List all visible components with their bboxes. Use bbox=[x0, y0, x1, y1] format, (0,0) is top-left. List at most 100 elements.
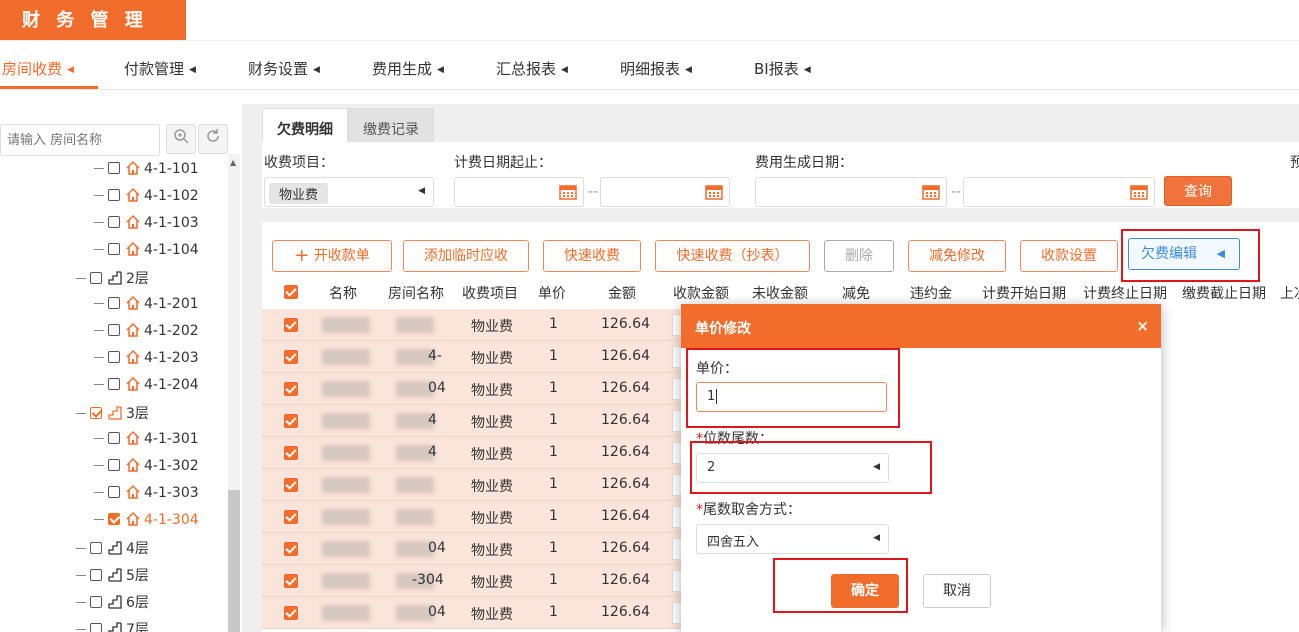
tree-checkbox[interactable] bbox=[108, 351, 120, 363]
room-search-input[interactable] bbox=[0, 124, 160, 156]
select-all-checkbox[interactable] bbox=[284, 285, 298, 299]
tree-room-item[interactable]: 4-1-302 bbox=[94, 457, 199, 479]
tree-room-item[interactable]: 4-1-103 bbox=[94, 214, 199, 236]
cell-price: 1 bbox=[549, 316, 558, 332]
tree-checkbox[interactable] bbox=[108, 297, 120, 309]
tree-checkbox[interactable] bbox=[108, 243, 120, 255]
tree-checkbox[interactable] bbox=[108, 486, 120, 498]
scrollbar-thumb[interactable] bbox=[228, 490, 240, 632]
redacted-room bbox=[396, 317, 434, 333]
tree-checkbox[interactable] bbox=[108, 378, 120, 390]
tree-checkbox[interactable] bbox=[90, 542, 102, 554]
tree-room-item[interactable]: 4-1-101 bbox=[94, 160, 199, 182]
tree-floor-item[interactable]: 4层 bbox=[76, 538, 149, 560]
row-checkbox[interactable] bbox=[284, 350, 298, 364]
redacted-name bbox=[322, 413, 370, 429]
receipt-settings-button[interactable]: 收款设置 bbox=[1020, 240, 1118, 272]
table-row[interactable]: 物业费 1 126.64 bbox=[262, 469, 684, 501]
tree-floor-item[interactable]: 2层 bbox=[76, 268, 149, 290]
tree-checkbox[interactable] bbox=[108, 459, 120, 471]
add-temp-receivable-button[interactable]: 添加临时应收 bbox=[403, 240, 529, 272]
row-checkbox[interactable] bbox=[284, 382, 298, 396]
query-button[interactable]: 查询 bbox=[1164, 176, 1232, 206]
tree-checkbox[interactable] bbox=[90, 569, 102, 581]
row-checkbox[interactable] bbox=[284, 510, 298, 524]
fee-gen-start-date[interactable] bbox=[755, 177, 947, 207]
tree-room-item[interactable]: 4-1-202 bbox=[94, 322, 199, 344]
nav-finance-settings[interactable]: 财务设置 ◀ bbox=[248, 58, 320, 79]
quick-charge-button[interactable]: 快速收费 bbox=[543, 240, 641, 272]
table-row[interactable]: 04 物业费 1 126.64 bbox=[262, 533, 684, 565]
tree-checkbox[interactable] bbox=[90, 272, 102, 284]
cancel-button[interactable]: 取消 bbox=[923, 574, 991, 608]
tree-checkbox[interactable] bbox=[108, 513, 120, 525]
tree-checkbox[interactable] bbox=[108, 216, 120, 228]
quick-charge-meter-button[interactable]: 快速收费（抄表） bbox=[655, 240, 810, 272]
scroll-up-icon[interactable]: ▲ bbox=[230, 158, 236, 167]
tree-connector bbox=[94, 168, 104, 169]
table-row[interactable]: 4 物业费 1 126.64 bbox=[262, 437, 684, 469]
row-checkbox[interactable] bbox=[284, 414, 298, 428]
tree-room-item[interactable]: 4-1-303 bbox=[94, 484, 199, 506]
table-row[interactable]: 04 物业费 1 126.64 bbox=[262, 597, 684, 629]
row-checkbox[interactable] bbox=[284, 446, 298, 460]
nav-detail-report[interactable]: 明细报表 ◀ bbox=[620, 58, 692, 79]
tree-checkbox[interactable] bbox=[90, 623, 102, 632]
charge-item-select[interactable]: 物业费 ◀ bbox=[264, 177, 434, 207]
row-checkbox[interactable] bbox=[284, 606, 298, 620]
tree-room-item[interactable]: 4-1-201 bbox=[94, 295, 199, 317]
sidebar-scrollbar[interactable]: ▲ bbox=[228, 154, 240, 632]
zoom-search-icon[interactable] bbox=[166, 124, 196, 154]
delete-button[interactable]: 删除 bbox=[824, 240, 894, 272]
tree-room-item[interactable]: 4-1-104 bbox=[94, 241, 199, 263]
table-row[interactable]: 物业费 1 126.64 bbox=[262, 501, 684, 533]
tree-room-item[interactable]: 4-1-203 bbox=[94, 349, 199, 371]
table-row[interactable]: 04 物业费 1 126.64 bbox=[262, 373, 684, 405]
tree-floor-item[interactable]: 7层 bbox=[76, 619, 149, 632]
tab-payment-records[interactable]: 缴费记录 bbox=[348, 108, 434, 142]
row-checkbox[interactable] bbox=[284, 542, 298, 556]
tree-connector bbox=[94, 357, 104, 358]
rounding-select[interactable]: 四舍五入 ◀ bbox=[696, 524, 889, 554]
tree-checkbox[interactable] bbox=[108, 432, 120, 444]
row-checkbox[interactable] bbox=[284, 318, 298, 332]
cell-item: 物业费 bbox=[471, 447, 513, 463]
table-row[interactable]: 4 物业费 1 126.64 bbox=[262, 405, 684, 437]
row-checkbox[interactable] bbox=[284, 478, 298, 492]
tree-checkbox[interactable] bbox=[90, 596, 102, 608]
fee-gen-end-date[interactable] bbox=[963, 177, 1155, 207]
row-checkbox[interactable] bbox=[284, 574, 298, 588]
tab-arrears-detail[interactable]: 欠费明细 bbox=[262, 108, 348, 142]
tree-checkbox[interactable] bbox=[108, 189, 120, 201]
table-row[interactable]: 物业费 1 126.64 bbox=[262, 309, 684, 341]
billing-end-date[interactable] bbox=[600, 177, 730, 207]
tree-checkbox[interactable] bbox=[108, 162, 120, 174]
caret-left-icon: ◀ bbox=[437, 65, 444, 75]
table-row[interactable]: -304 物业费 1 126.64 bbox=[262, 565, 684, 597]
tree-label: 4-1-204 bbox=[144, 377, 199, 393]
nav-room-charge[interactable]: 房间收费 ◀ bbox=[2, 58, 74, 79]
add-receipt-button[interactable]: + 开收款单 bbox=[272, 240, 392, 272]
tree-floor-item[interactable]: 5层 bbox=[76, 565, 149, 587]
nav-fee-generation[interactable]: 费用生成 ◀ bbox=[372, 58, 444, 79]
tree-room-item[interactable]: 4-1-102 bbox=[94, 187, 199, 209]
nav-summary-report[interactable]: 汇总报表 ◀ bbox=[496, 58, 568, 79]
table-row[interactable]: 4- 物业费 1 126.64 bbox=[262, 341, 684, 373]
tree-label: 7层 bbox=[126, 622, 149, 632]
waive-edit-button[interactable]: 减免修改 bbox=[908, 240, 1006, 272]
tree-floor-item[interactable]: 3层 bbox=[76, 403, 149, 425]
tree-checkbox[interactable] bbox=[108, 324, 120, 336]
tree-room-item[interactable]: 4-1-301 bbox=[94, 430, 199, 452]
refresh-icon[interactable] bbox=[198, 124, 228, 154]
nav-bi-report[interactable]: BI报表 ◀ bbox=[754, 58, 811, 79]
tree-room-item[interactable]: 4-1-304 bbox=[94, 511, 199, 533]
close-icon[interactable]: × bbox=[1136, 317, 1149, 335]
nav-payment[interactable]: 付款管理 ◀ bbox=[124, 58, 196, 79]
caret-left-icon: ◀ bbox=[685, 65, 692, 75]
tree-checkbox[interactable] bbox=[90, 407, 102, 419]
th-waive: 减免 bbox=[842, 286, 870, 302]
tree-room-item[interactable]: 4-1-204 bbox=[94, 376, 199, 398]
redacted-room bbox=[396, 477, 434, 493]
tree-floor-item[interactable]: 6层 bbox=[76, 592, 149, 614]
billing-start-date[interactable] bbox=[454, 177, 584, 207]
